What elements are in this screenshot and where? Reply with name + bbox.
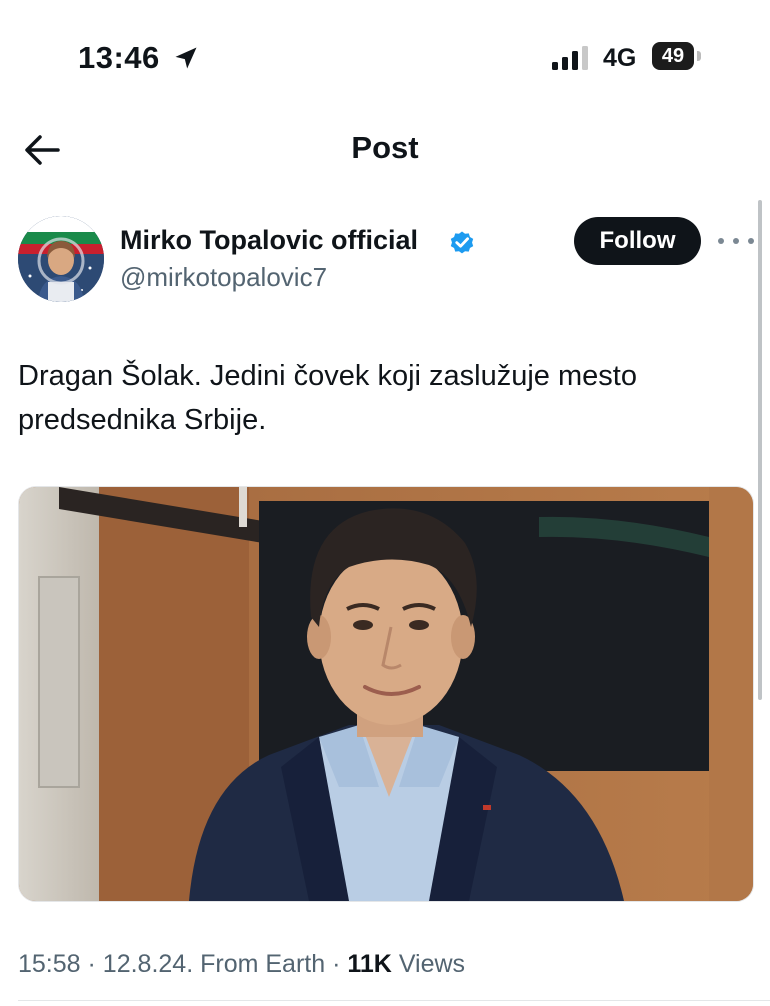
scrollbar[interactable] xyxy=(758,200,762,700)
avatar-image xyxy=(18,216,104,302)
network-type: 4G xyxy=(603,44,637,72)
photo-portrait xyxy=(19,487,753,901)
post-time: 15:58 xyxy=(18,950,81,978)
post-image[interactable] xyxy=(18,486,754,902)
post-text: Dragan Šolak. Jedini čovek koji zaslužuj… xyxy=(18,360,637,436)
battery-icon: 49 xyxy=(652,42,694,70)
follow-button[interactable]: Follow xyxy=(574,217,701,265)
location-arrow-icon xyxy=(175,47,197,69)
separator: · xyxy=(87,950,96,978)
separator: · xyxy=(332,950,341,978)
post-date: 12.8.24. xyxy=(102,950,194,978)
dot xyxy=(733,238,739,244)
views-count[interactable]: 11K xyxy=(347,950,391,978)
user-handle[interactable]: @mirkotopalovic7 xyxy=(120,262,327,293)
avatar[interactable] xyxy=(18,216,104,302)
status-time: 13:46 xyxy=(78,40,160,75)
page-title: Post xyxy=(351,130,419,165)
more-dots-icon[interactable] xyxy=(718,228,754,254)
post-metadata: 15:58 · 12.8.24. From Earth · 11K Views xyxy=(18,950,465,979)
post-source: From Earth xyxy=(200,950,326,978)
verified-badge-icon xyxy=(450,231,474,254)
battery-cap xyxy=(697,51,701,61)
views-label: Views xyxy=(398,950,466,978)
cellular-signal-icon xyxy=(552,46,588,70)
display-name[interactable]: Mirko Topalovic official xyxy=(120,225,418,256)
dot xyxy=(718,238,724,244)
divider xyxy=(18,1000,770,1001)
dot xyxy=(748,238,754,244)
